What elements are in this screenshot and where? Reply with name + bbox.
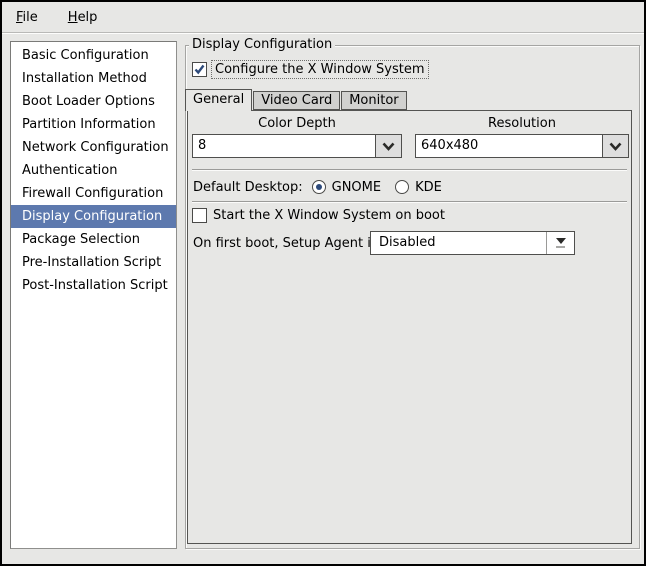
- general-tab-panel: Color Depth Resolution 8 640x480 Default…: [187, 110, 632, 544]
- setup-agent-label: On first boot, Setup Agent is:: [193, 235, 383, 251]
- menu-help-accel: H: [67, 9, 78, 25]
- chevron-down-icon: [382, 142, 395, 151]
- sidebar-item-partition-information[interactable]: Partition Information: [11, 113, 176, 136]
- menu-help-rest: elp: [77, 9, 98, 25]
- separator: [192, 201, 627, 203]
- menubar: File Help: [2, 2, 644, 33]
- gnome-radio[interactable]: [311, 180, 326, 194]
- start-x-checkbox-label[interactable]: Start the X Window System on boot: [213, 208, 445, 223]
- sidebar-item-boot-loader-options[interactable]: Boot Loader Options: [11, 90, 176, 113]
- kde-radio[interactable]: [395, 180, 410, 194]
- chevron-down-icon: [609, 142, 622, 151]
- gnome-radio-label[interactable]: GNOME: [332, 180, 381, 195]
- configure-x-checkbox-row: Configure the X Window System: [192, 60, 429, 79]
- setup-agent-row: On first boot, Setup Agent is:: [193, 231, 382, 255]
- sidebar-item-network-configuration[interactable]: Network Configuration: [11, 136, 176, 159]
- option-menu-indicator-bar: [556, 246, 565, 248]
- default-desktop-label: Default Desktop:: [193, 179, 303, 195]
- display-configuration-frame: Display Configuration Configure the X Wi…: [185, 37, 640, 549]
- tab-general[interactable]: General: [185, 89, 253, 111]
- sidebar-item-package-selection[interactable]: Package Selection: [11, 228, 176, 251]
- separator: [192, 169, 627, 171]
- color-depth-dropdown-button[interactable]: [375, 134, 402, 158]
- sidebar-item-display-configuration[interactable]: Display Configuration: [11, 205, 176, 228]
- color-depth-combo: 8: [192, 134, 402, 158]
- menu-file-rest: ile: [22, 9, 38, 25]
- sidebar-item-installation-method[interactable]: Installation Method: [11, 67, 176, 90]
- sidebar-item-pre-installation-script[interactable]: Pre-Installation Script: [11, 251, 176, 274]
- color-depth-label: Color Depth: [258, 116, 336, 131]
- kde-radio-label[interactable]: KDE: [415, 180, 442, 195]
- start-x-checkbox-row: Start the X Window System on boot: [192, 208, 445, 223]
- tab-video-card[interactable]: Video Card: [253, 91, 341, 110]
- menu-file[interactable]: File: [10, 7, 44, 28]
- start-x-checkbox[interactable]: [192, 208, 207, 223]
- configure-x-checkbox[interactable]: [192, 62, 207, 77]
- arrow-down-icon: [555, 238, 566, 244]
- tab-monitor[interactable]: Monitor: [341, 91, 407, 110]
- resolution-entry[interactable]: 640x480: [415, 134, 602, 158]
- category-list: Basic Configuration Installation Method …: [10, 41, 177, 549]
- sidebar-item-authentication[interactable]: Authentication: [11, 159, 176, 182]
- setup-agent-value: Disabled: [379, 235, 436, 250]
- resolution-combo: 640x480: [415, 134, 629, 158]
- setup-agent-option-menu[interactable]: Disabled: [370, 231, 575, 255]
- resolution-dropdown-button[interactable]: [602, 134, 629, 158]
- frame-title: Display Configuration: [189, 37, 336, 53]
- color-depth-entry[interactable]: 8: [192, 134, 375, 158]
- sidebar-item-post-installation-script[interactable]: Post-Installation Script: [11, 274, 176, 297]
- menu-help[interactable]: Help: [62, 7, 104, 28]
- checkmark-icon: [194, 64, 205, 75]
- notebook-tabs: General Video Card Monitor: [185, 89, 408, 111]
- configure-x-checkbox-label[interactable]: Configure the X Window System: [211, 60, 429, 79]
- kickstart-configurator-window: { "menubar": { "items": [ { "accel": "F"…: [0, 0, 646, 566]
- option-menu-indicator: [546, 232, 574, 254]
- default-desktop-row: Default Desktop: GNOME KDE: [193, 177, 456, 197]
- resolution-label: Resolution: [488, 116, 556, 131]
- sidebar-item-basic-configuration[interactable]: Basic Configuration: [11, 44, 176, 67]
- sidebar-item-firewall-configuration[interactable]: Firewall Configuration: [11, 182, 176, 205]
